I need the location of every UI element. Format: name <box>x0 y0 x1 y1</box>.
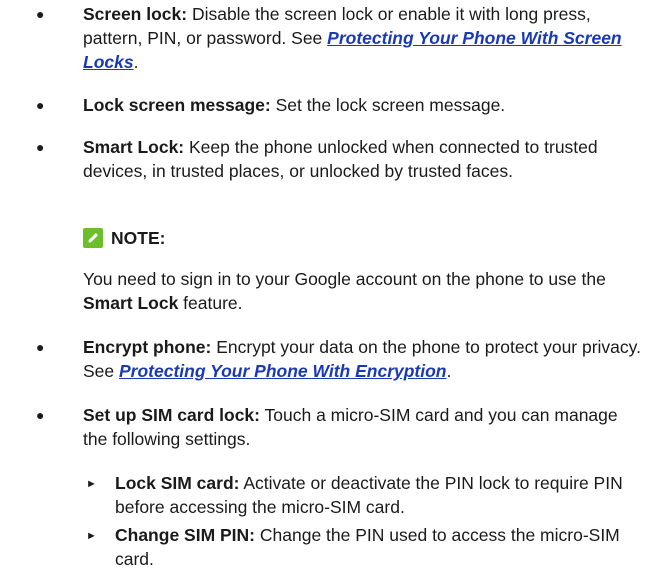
sub-item-lock-sim-card: ► Lock SIM card: Activate or deactivate … <box>86 471 650 519</box>
note-heading-text: NOTE: <box>111 228 166 248</box>
item-label: Set up SIM card lock: <box>83 405 260 425</box>
item-label: Encrypt phone: <box>83 337 212 357</box>
item-label: Screen lock: <box>83 4 188 24</box>
triangle-bullet-icon: ► <box>86 530 97 542</box>
list-item-encrypt-phone: ● Encrypt phone: Encrypt your data on th… <box>36 335 643 383</box>
note-text-after: feature. <box>178 293 243 313</box>
sub-item-change-sim-pin: ► Change SIM PIN: Change the PIN used to… <box>86 523 650 571</box>
item-text: Set the lock screen message. <box>270 95 506 115</box>
list-item-smart-lock: ● Smart Lock: Keep the phone unlocked wh… <box>36 135 643 183</box>
document-page: ● Screen lock: Disable the screen lock o… <box>0 0 662 572</box>
link-encryption[interactable]: Protecting Your Phone With Encryption <box>119 361 447 381</box>
bullet-icon: ● <box>36 97 45 113</box>
sub-item-label: Change SIM PIN: <box>115 525 256 545</box>
sub-item-label: Lock SIM card: <box>115 473 240 493</box>
item-after: . <box>133 52 139 72</box>
note-text-before: You need to sign in to your Google accou… <box>83 269 606 289</box>
pencil-icon <box>83 228 103 248</box>
note-heading: NOTE: <box>83 226 165 250</box>
bullet-icon: ● <box>36 339 45 355</box>
list-item-lock-screen-message: ● Lock screen message: Set the lock scre… <box>36 93 643 117</box>
note-bold: Smart Lock <box>83 293 179 313</box>
bullet-icon: ● <box>36 139 45 155</box>
item-after: . <box>446 361 452 381</box>
triangle-bullet-icon: ► <box>86 478 97 490</box>
list-item-screen-lock: ● Screen lock: Disable the screen lock o… <box>36 2 643 74</box>
item-label: Smart Lock: <box>83 137 185 157</box>
note-body: You need to sign in to your Google accou… <box>83 267 643 315</box>
bullet-icon: ● <box>36 407 45 423</box>
list-item-sim-card-lock: ● Set up SIM card lock: Touch a micro-SI… <box>36 403 643 451</box>
item-label: Lock screen message: <box>83 95 271 115</box>
bullet-icon: ● <box>36 6 45 22</box>
